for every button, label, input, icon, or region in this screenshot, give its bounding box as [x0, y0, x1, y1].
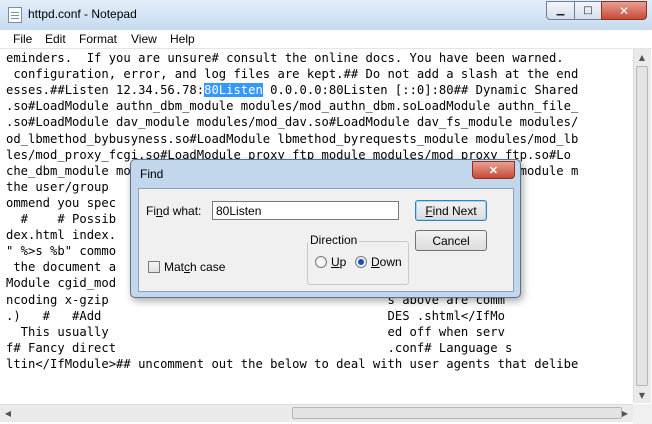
find-what-input[interactable]: [212, 201, 399, 220]
find-next-label: Find Next: [425, 203, 477, 218]
editor-line: od_lbmethod_bybusyness.so#LoadModule lbm…: [6, 131, 579, 146]
minimize-button[interactable]: ▁: [546, 1, 575, 20]
menu-help[interactable]: Help: [170, 32, 195, 46]
window-title: httpd.conf - Notepad: [28, 7, 137, 21]
horizontal-scroll-thumb[interactable]: [292, 407, 622, 419]
editor-line: .so#LoadModule dav_module modules/mod_da…: [6, 115, 579, 130]
vertical-scrollbar[interactable]: ▲ ▼: [633, 49, 651, 403]
find-what-label-text: Find what:: [146, 204, 202, 218]
find-dialog-title: Find: [140, 167, 164, 181]
title-bar[interactable]: httpd.conf - Notepad ▁ □ ✕: [0, 0, 652, 30]
vertical-scroll-thumb[interactable]: [636, 66, 648, 386]
menu-view[interactable]: View: [131, 32, 157, 46]
editor-line: esses.##Listen 12.34.56.78:80Listen 0.0.…: [6, 83, 579, 98]
editor-line: ltin</IfModule>## uncomment out the belo…: [6, 356, 579, 371]
menu-file[interactable]: File: [13, 32, 32, 46]
scroll-left-arrow-icon[interactable]: ◀: [0, 405, 16, 421]
editor-line: .) # #Add DES .shtml</IfMo: [6, 308, 505, 323]
scroll-down-arrow-icon[interactable]: ▼: [634, 387, 650, 403]
editor-line: configuration, error, and log files are …: [6, 67, 579, 82]
menu-edit[interactable]: Edit: [45, 32, 66, 46]
find-dialog: Find ✕ Find what: Find Next Cancel Direc…: [130, 159, 521, 298]
match-case-label[interactable]: Match case: [164, 260, 225, 274]
match-case-checkbox[interactable]: [148, 261, 160, 273]
editor-line: f# Fancy direct .conf# Language s: [6, 340, 513, 355]
editor-line: .so#LoadModule authn_dbm_module modules/…: [6, 99, 579, 114]
menu-bar: File Edit Format View Help: [0, 30, 652, 49]
selected-text: 80Listen: [204, 83, 263, 98]
direction-down-label[interactable]: Down: [371, 255, 402, 269]
cancel-button[interactable]: Cancel: [415, 230, 487, 251]
find-next-button[interactable]: Find Next: [415, 200, 487, 221]
resize-grip[interactable]: [633, 404, 652, 424]
find-dialog-close-button[interactable]: ✕: [472, 161, 515, 179]
editor-line: This usually ed off when serv: [6, 324, 505, 339]
maximize-button[interactable]: □: [574, 1, 602, 20]
direction-label: Direction: [308, 233, 360, 247]
scroll-right-arrow-icon[interactable]: ▶: [617, 405, 633, 421]
find-what-label: Find what:: [146, 204, 201, 218]
direction-up-radio[interactable]: [315, 256, 327, 268]
menu-format[interactable]: Format: [79, 32, 117, 46]
find-dialog-body: Find what: Find Next Cancel Direction Up…: [138, 188, 514, 292]
close-button[interactable]: ✕: [601, 1, 647, 20]
notepad-icon: [8, 7, 22, 23]
scroll-up-arrow-icon[interactable]: ▲: [634, 49, 650, 65]
horizontal-scrollbar[interactable]: ◀ ▶: [0, 404, 633, 422]
editor-line: eminders. If you are unsure# consult the…: [6, 51, 564, 65]
direction-down-radio[interactable]: [355, 256, 367, 268]
direction-up-label[interactable]: Up: [331, 255, 346, 269]
